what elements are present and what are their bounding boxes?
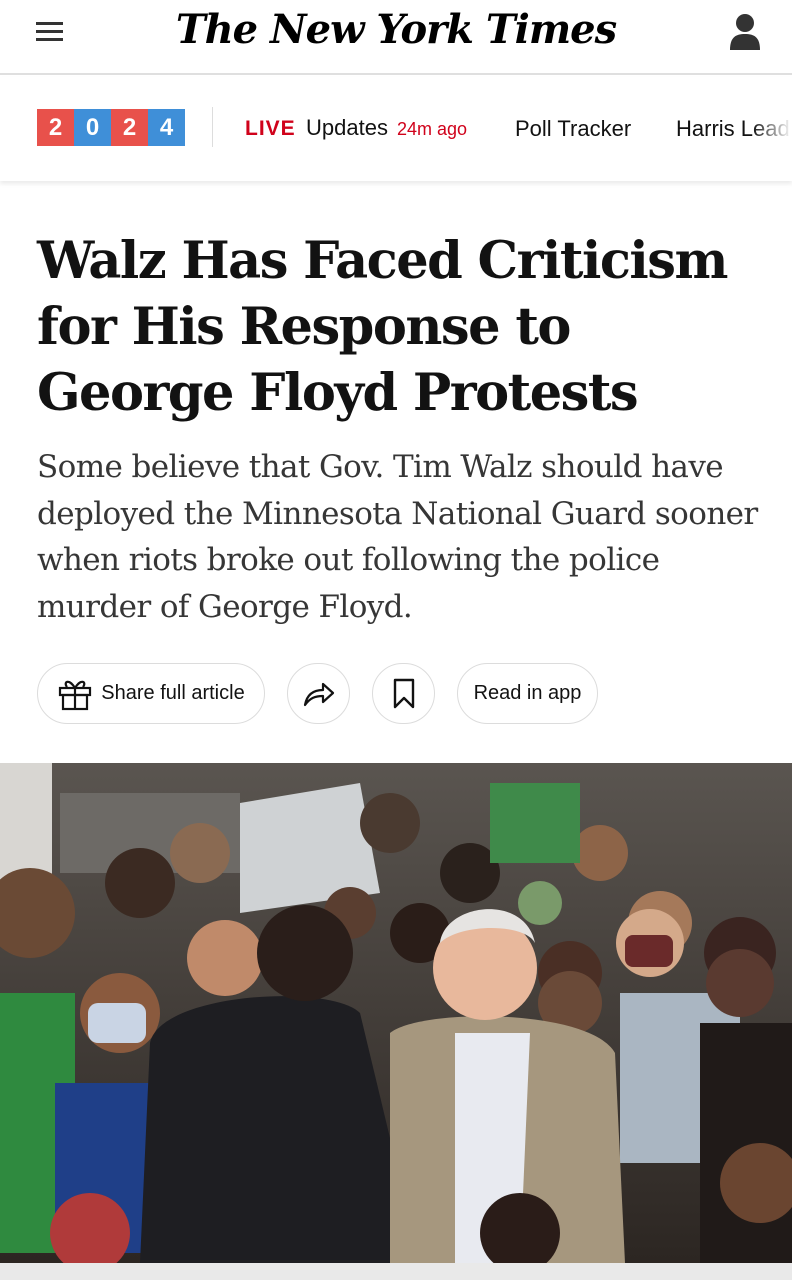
page-bottom-strip bbox=[0, 1263, 792, 1280]
nav-link-poll-tracker[interactable]: Poll Tracker bbox=[515, 116, 631, 142]
article-headline: Walz Has Faced Criticism for His Respons… bbox=[37, 231, 728, 423]
share-arrow-icon bbox=[303, 682, 334, 706]
share-label: Share full article bbox=[101, 682, 245, 704]
bookmark-icon bbox=[393, 678, 414, 708]
election-2024-badge[interactable]: 2 0 2 4 bbox=[37, 109, 185, 146]
read-in-app-button[interactable]: Read in app bbox=[457, 663, 598, 724]
updates-link[interactable]: Updates bbox=[306, 115, 388, 141]
article-summary: Some believe that Gov. Tim Walz should h… bbox=[37, 449, 758, 625]
live-label[interactable]: LIVE bbox=[245, 117, 296, 141]
gift-icon bbox=[59, 680, 92, 710]
share-button[interactable] bbox=[287, 663, 350, 724]
updated-timestamp: 24m ago bbox=[397, 119, 468, 139]
year-digit: 2 bbox=[37, 109, 74, 146]
nyt-logo[interactable]: The New York Times bbox=[0, 6, 792, 53]
article-lead-photo bbox=[0, 763, 792, 1263]
photo-illustration bbox=[0, 763, 792, 1263]
year-digit: 2 bbox=[111, 109, 148, 146]
read-in-app-label: Read in app bbox=[473, 682, 582, 704]
account-user-icon[interactable] bbox=[728, 12, 762, 52]
election-subnav: 2 0 2 4 LIVE Updates 24m ago Poll Tracke… bbox=[0, 77, 792, 181]
year-digit: 0 bbox=[74, 109, 111, 146]
save-bookmark-button[interactable] bbox=[372, 663, 435, 724]
divider bbox=[212, 107, 213, 147]
masthead: The New York Times bbox=[0, 0, 792, 75]
year-digit: 4 bbox=[148, 109, 185, 146]
scroll-fade bbox=[752, 77, 792, 181]
share-full-article-button[interactable]: Share full article bbox=[37, 663, 265, 724]
